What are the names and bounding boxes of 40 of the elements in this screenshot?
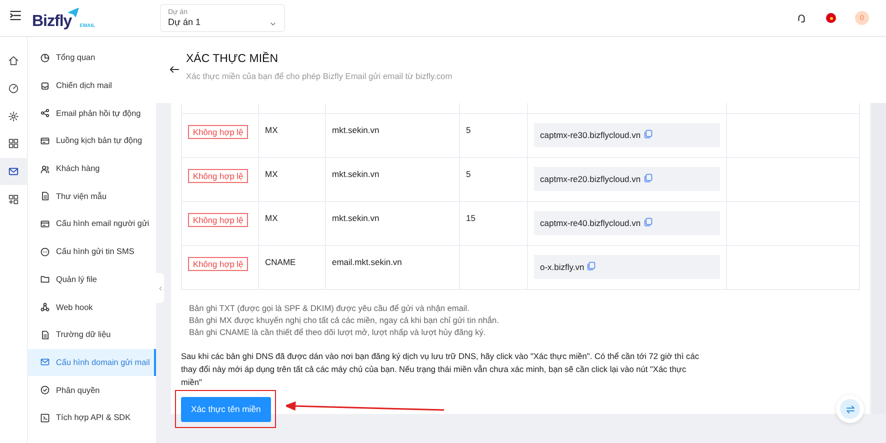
status-tag: Không hợp lệ	[188, 168, 248, 182]
sidebar-item[interactable]: Cấu hình gửi tin SMS	[28, 238, 156, 266]
record-priority: 5	[466, 124, 471, 134]
sidebar-item[interactable]: Email phản hồi tự động	[28, 99, 156, 128]
sidebar-item[interactable]: Cấu hình domain gửi mail	[28, 348, 156, 376]
record-host: email.mkt.sekin.vn	[332, 256, 402, 266]
sidebar-item[interactable]: Phân quyền	[28, 376, 156, 404]
record-priority: 15	[466, 212, 476, 222]
record-type: MX	[265, 212, 278, 222]
instruction-text: Sau khi các bản ghi DNS đã được dán vào nơi bạn đăng ký dịch vụ lưu trữ DNS, hãy click vào "Xác thực miền". Có thể cần tới 72 giờ thì các thay đổi này mới áp dụng trên tất cả các máy chủ của bạn. Nếu trạng thái miền vẫn chưa xác minh, bạn sẽ cần click lại vào nút "Xác thực miền"	[181, 350, 700, 388]
record-value: captmx-re20.bizflycloud.vn	[534, 166, 720, 190]
sidebar-item[interactable]: Quản lý file	[28, 266, 156, 294]
status-tag: Không hợp lệ	[188, 212, 248, 226]
record-type: MX	[265, 124, 278, 134]
logo-text: Bizfly	[32, 13, 72, 31]
record-host: mkt.sekin.vn	[332, 124, 380, 134]
sidebar-item[interactable]: Chiến dịch mail	[28, 72, 156, 100]
status-tag: Không hợp lệ	[188, 124, 248, 138]
sidebar-item[interactable]: Tích hợp API & SDK	[28, 404, 156, 432]
sidebar-item[interactable]: Web hook	[28, 293, 156, 321]
record-host: mkt.sekin.vn	[332, 168, 380, 178]
record-priority: 5	[466, 168, 471, 178]
note-text: Bản ghi CNAME là cần thiết để theo dõi lượt mở, lượt nhấp và lượt hủy đăng ký.	[189, 326, 487, 338]
note-text: Bản ghi TXT (được gọi là SPF & DKIM) được yêu cầu để gửi và nhận email.	[189, 302, 470, 314]
status-tag: Không hợp lệ	[188, 256, 248, 270]
record-host: mkt.sekin.vn	[332, 212, 380, 222]
sidebar-item[interactable]: Luồng kịch bản tự động	[28, 127, 156, 155]
sidebar-item[interactable]: Tổng quan	[28, 44, 156, 72]
page-title: XÁC THỰC MIỀN	[186, 53, 280, 65]
sidebar-item[interactable]: Thư viện mẫu	[28, 182, 156, 210]
note-text: Bản ghi MX được khuyến nghị cho tất cả các miền, ngay cả khi bạn chỉ gửi tin nhắn.	[189, 314, 500, 326]
record-type: MX	[265, 168, 278, 178]
page-subtitle: Xác thực miền của bạn để cho phép Bizfly Email gửi email từ bizfly.com	[186, 71, 452, 81]
record-value: captmx-re30.bizflycloud.vn	[534, 122, 720, 146]
sidebar-item[interactable]: Cấu hình email người gửi	[28, 210, 156, 238]
record-type: CNAME	[265, 256, 296, 266]
sidebar-item[interactable]: Khách hàng	[28, 154, 156, 182]
record-value: o-x.bizfly.vn	[534, 254, 720, 278]
record-value: captmx-re40.bizflycloud.vn	[534, 210, 720, 234]
sidebar-item[interactable]: Trường dữ liệu	[28, 320, 156, 349]
